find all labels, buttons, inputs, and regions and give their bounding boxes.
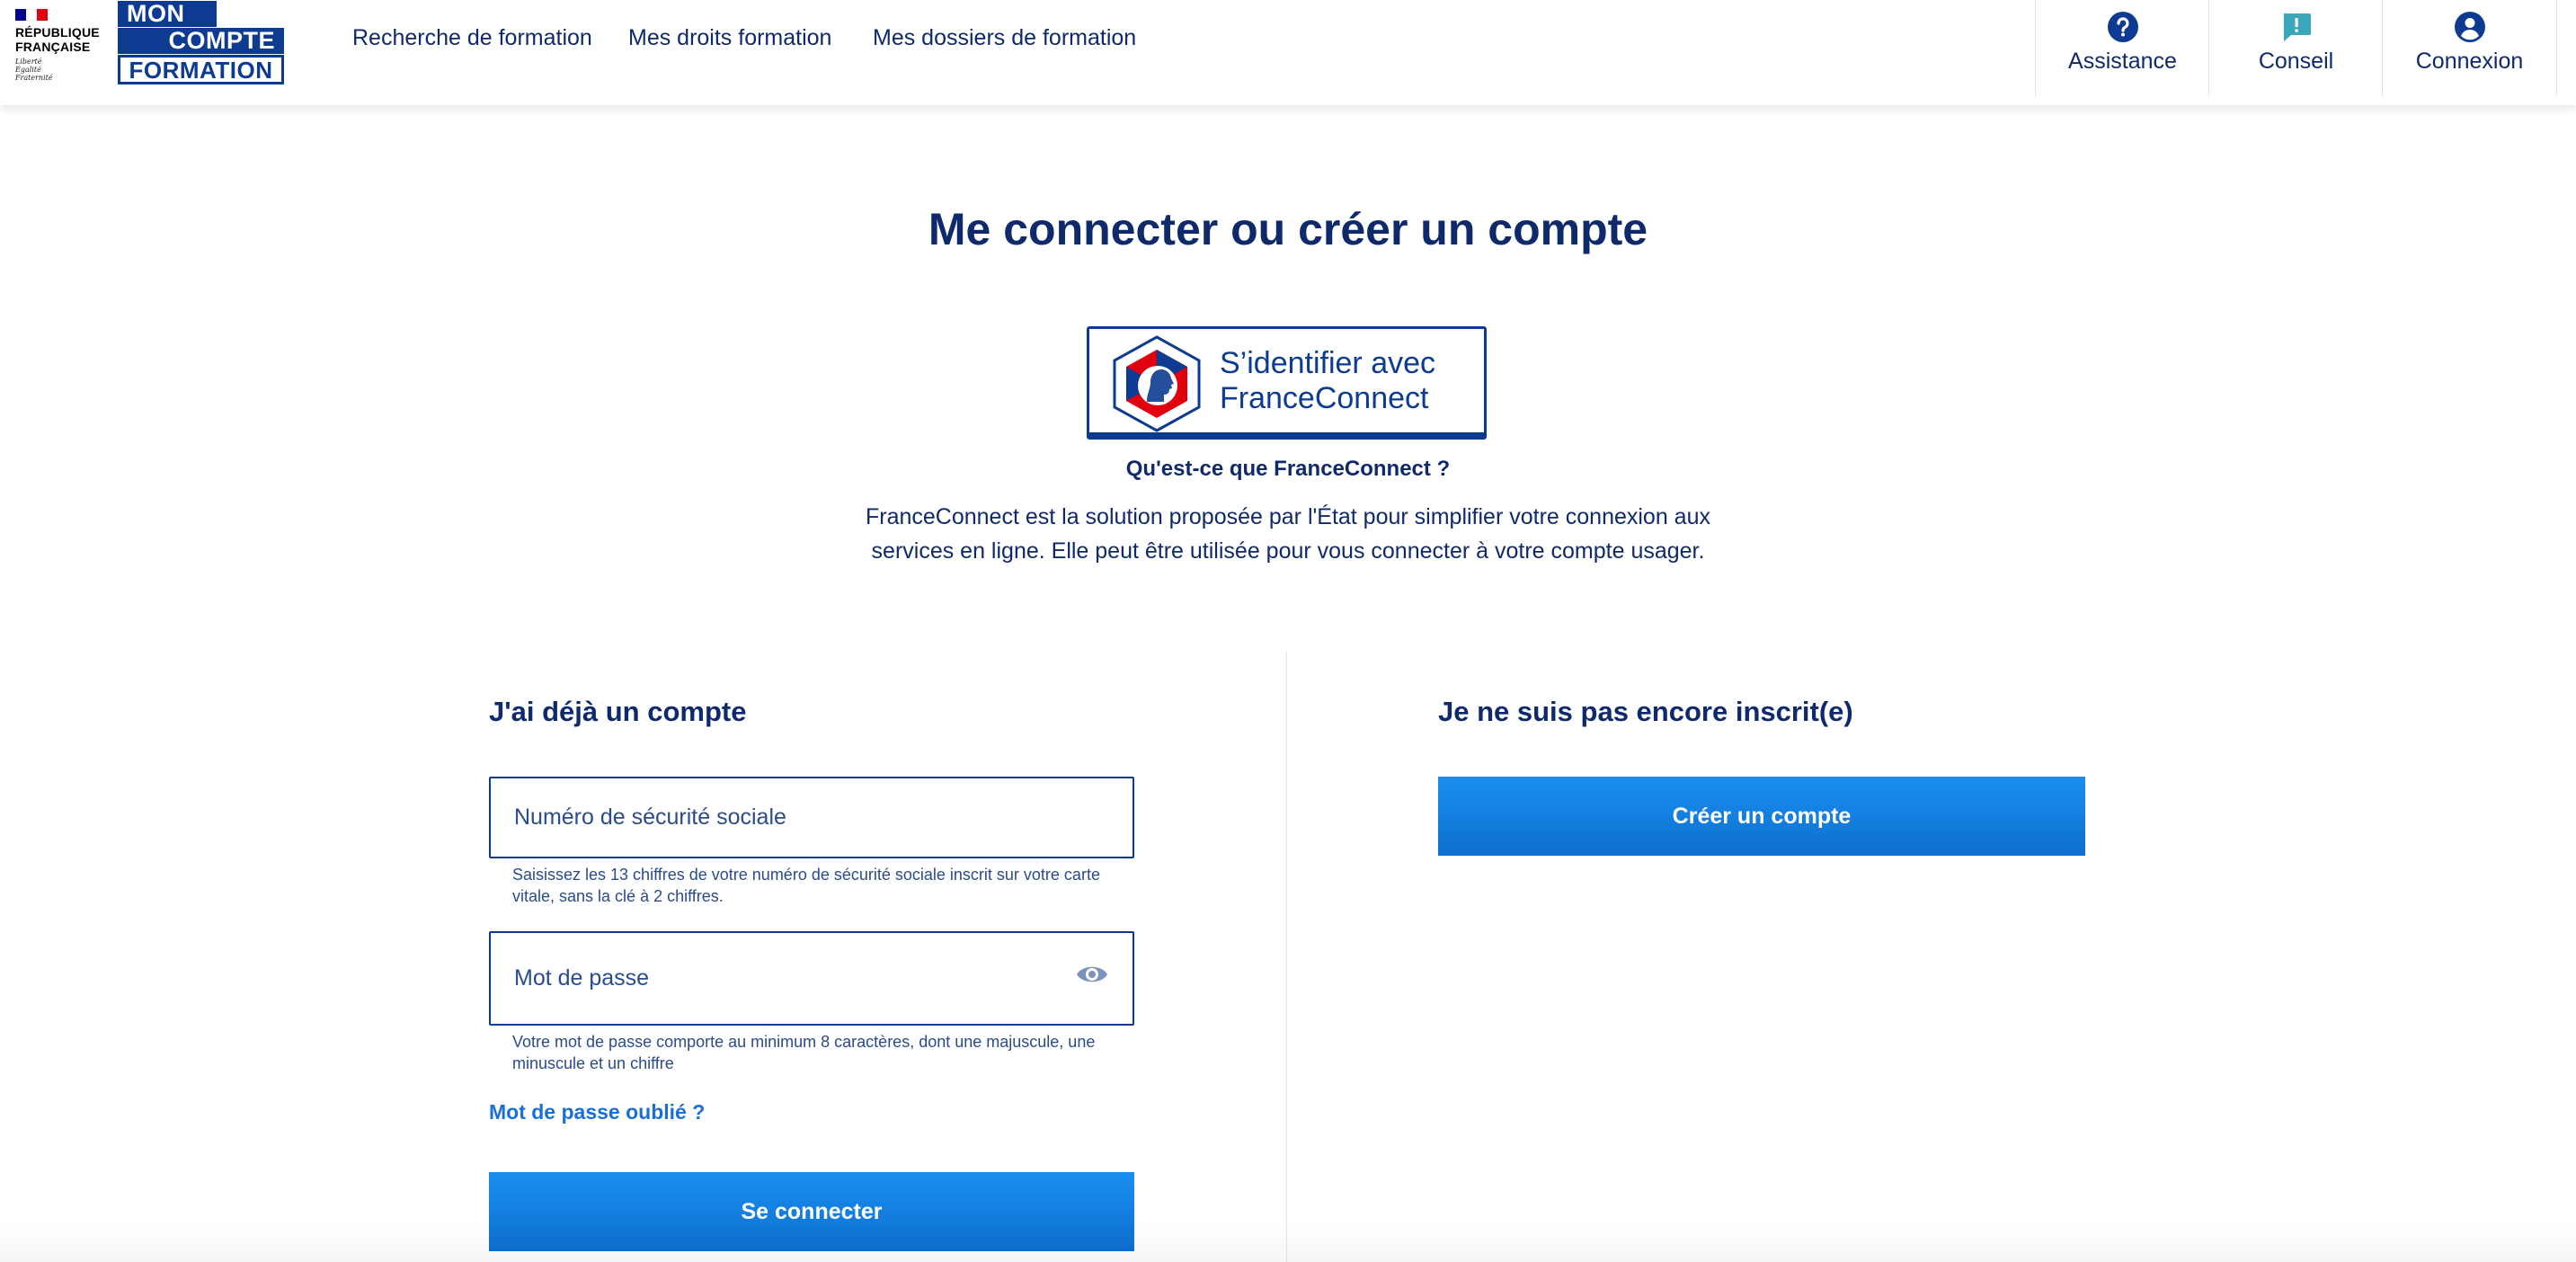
social-security-number-input[interactable] [489, 777, 1134, 858]
republique-label: RÉPUBLIQUE FRANÇAISE [15, 25, 100, 54]
mon-compte-formation-logo[interactable]: MON COMPTE FORMATION [118, 1, 284, 84]
franceconnect-description: FranceConnect est la solution proposée p… [865, 504, 1710, 564]
page-title: Me connecter ou créer un compte [928, 204, 1648, 254]
tricolor-flag-icon [15, 9, 48, 21]
republique-francaise-logo[interactable]: RÉPUBLIQUE FRANÇAISE Liberté Égalité Fra… [15, 9, 105, 82]
create-account-button[interactable]: Créer un compte [1438, 777, 2085, 856]
franceconnect-button[interactable]: S’identifier avec FranceConnect [1087, 326, 1487, 440]
chat-alert-icon [2283, 13, 2311, 41]
user-circle-icon [2454, 12, 2485, 42]
signup-section-title: Je ne suis pas encore inscrit(e) [1438, 696, 1853, 727]
franceconnect-logo-icon [1113, 335, 1201, 432]
site-header: RÉPUBLIQUE FRANÇAISE Liberté Égalité Fra… [0, 0, 2576, 105]
show-password-eye-icon[interactable] [1075, 961, 1109, 988]
forgot-password-link[interactable]: Mot de passe oublié ? [489, 1100, 705, 1124]
nav-recherche-formation[interactable]: Recherche de formation [352, 25, 592, 51]
nav-mes-droits-formation[interactable]: Mes droits formation [628, 25, 831, 51]
franceconnect-question-link[interactable]: Qu'est-ce que FranceConnect ? [0, 457, 2576, 482]
login-section-title: J'ai déjà un compte [489, 696, 747, 727]
nav-mes-dossiers-formation[interactable]: Mes dossiers de formation [873, 25, 1136, 51]
bottom-fade [0, 1222, 2576, 1262]
password-input[interactable] [489, 931, 1134, 1026]
column-divider [1286, 651, 1287, 1262]
conseil-button[interactable]: Conseil [2208, 0, 2383, 96]
connexion-button[interactable]: Connexion [2382, 0, 2557, 96]
motto: Liberté Égalité Fraternité [15, 58, 53, 82]
assistance-button[interactable]: Assistance [2035, 0, 2209, 96]
ssn-help-text: Saisissez les 13 chiffres de votre numér… [512, 866, 1100, 905]
password-help-text: Votre mot de passe comporte au minimum 8… [512, 1033, 1096, 1072]
help-circle-icon [2107, 12, 2138, 42]
